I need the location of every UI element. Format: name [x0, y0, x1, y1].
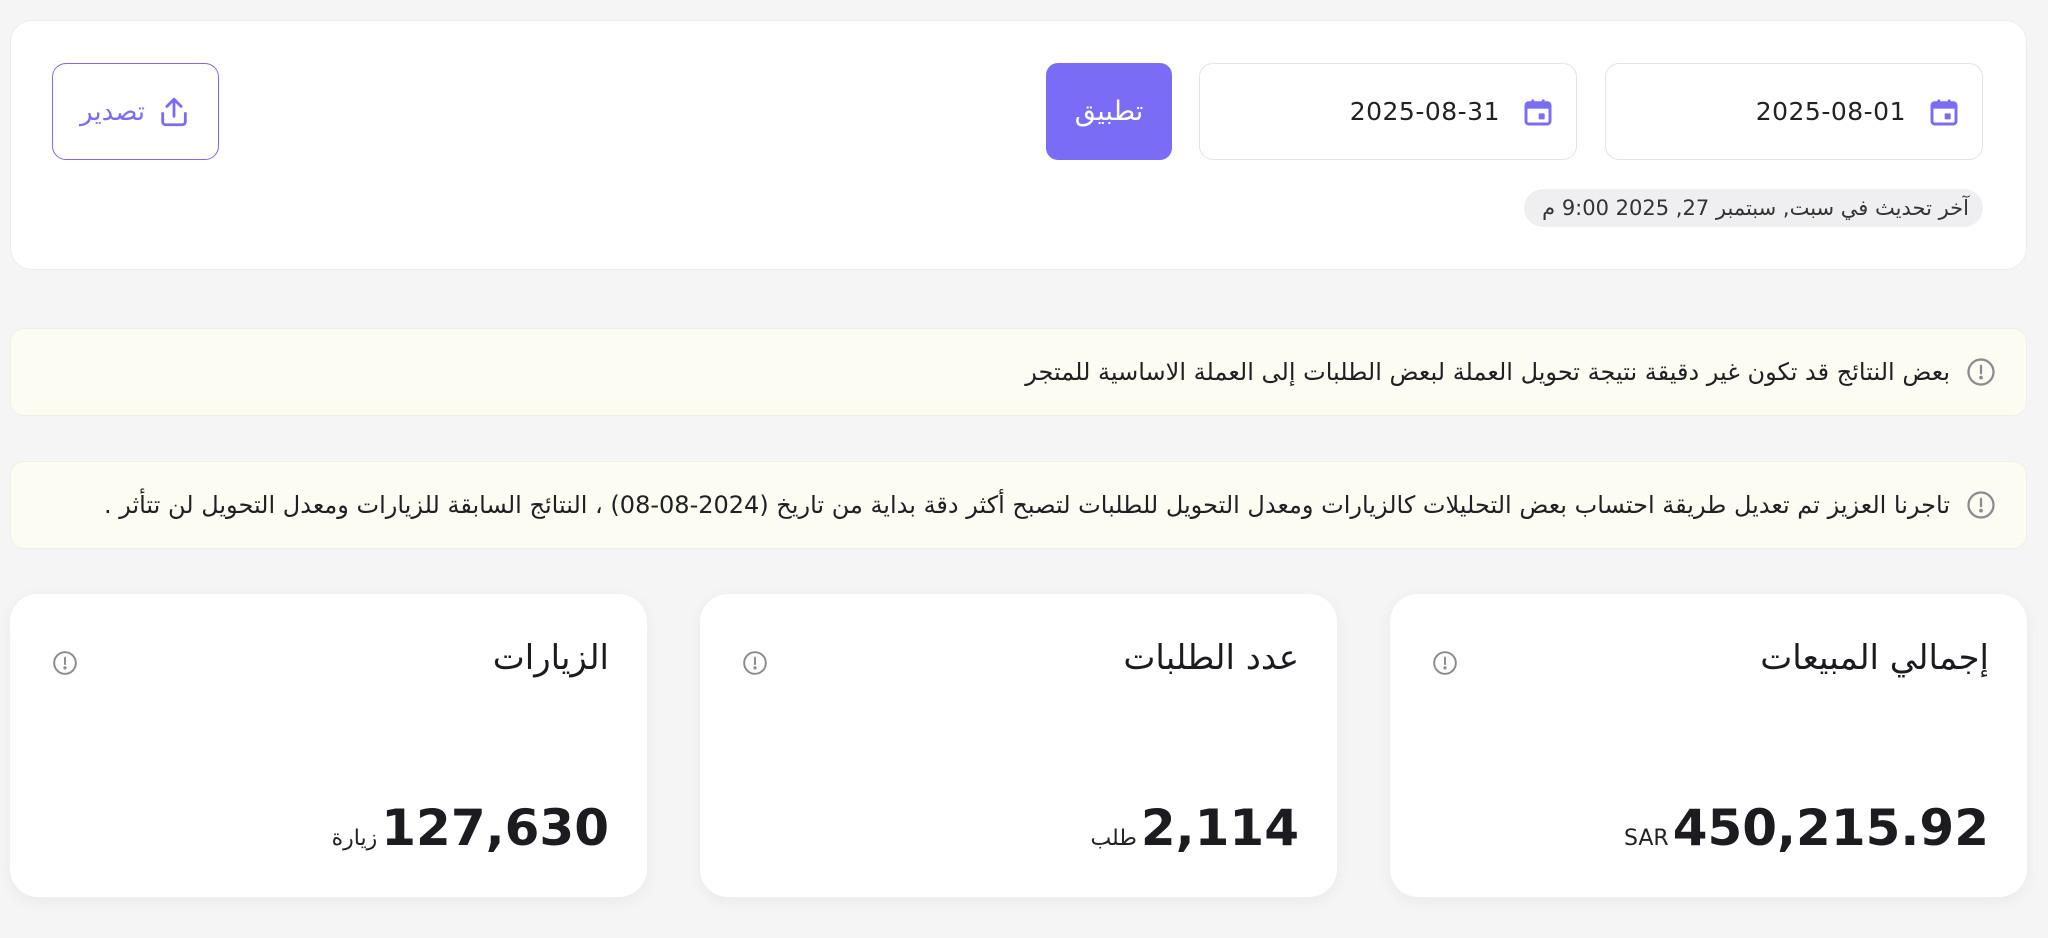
- end-date-field[interactable]: 2025-08-31: [1199, 63, 1577, 160]
- metric-title: إجمالي المبيعات: [1760, 638, 1989, 678]
- metric-value-row: 450,215.92 SAR: [1624, 799, 1989, 857]
- visits-card: الزيارات 127,630 زيارة: [10, 594, 647, 897]
- notice-text: بعض النتائج قد تكون غير دقيقة نتيجة تحوي…: [1025, 358, 1950, 386]
- orders-count-card: عدد الطلبات 2,114 طلب: [700, 594, 1337, 897]
- info-icon: [1967, 491, 1995, 519]
- info-icon[interactable]: [1432, 650, 1458, 676]
- metric-value: 2,114: [1140, 799, 1299, 857]
- metric-value-row: 127,630 زيارة: [332, 799, 609, 857]
- export-button[interactable]: تصدير: [52, 63, 219, 160]
- metric-title: الزيارات: [492, 638, 609, 678]
- export-label: تصدير: [80, 96, 146, 127]
- info-icon: [1967, 358, 1995, 386]
- metric-value: 127,630: [381, 799, 609, 857]
- start-date-value: 2025-08-01: [1755, 97, 1906, 126]
- start-date-field[interactable]: 2025-08-01: [1605, 63, 1983, 160]
- metric-unit: SAR: [1623, 826, 1669, 851]
- currency-notice: بعض النتائج قد تكون غير دقيقة نتيجة تحوي…: [10, 328, 2027, 416]
- calendar-icon: [1524, 98, 1552, 125]
- upload-icon: [161, 97, 187, 126]
- metric-unit: طلب: [1090, 826, 1137, 851]
- metric-title: عدد الطلبات: [1123, 638, 1299, 678]
- calendar-icon: [1930, 98, 1958, 125]
- info-icon[interactable]: [742, 650, 768, 676]
- calculation-notice: تاجرنا العزيز تم تعديل طريقة احتساب بعض …: [10, 461, 2027, 549]
- last-updated-badge: آخر تحديث في سبت, سبتمبر 27, 2025 9:00 م: [1524, 189, 1983, 227]
- info-icon[interactable]: [52, 650, 78, 676]
- notice-text: تاجرنا العزيز تم تعديل طريقة احتساب بعض …: [103, 491, 1950, 519]
- metric-unit: زيارة: [331, 826, 378, 851]
- last-updated-text: آخر تحديث في سبت, سبتمبر 27, 2025 9:00 م: [1542, 196, 1969, 220]
- end-date-value: 2025-08-31: [1349, 97, 1500, 126]
- apply-button[interactable]: تطبيق: [1046, 63, 1172, 160]
- metric-value: 450,215.92: [1672, 799, 1989, 857]
- metric-value-row: 2,114 طلب: [1090, 799, 1299, 857]
- total-sales-card: إجمالي المبيعات 450,215.92 SAR: [1390, 594, 2027, 897]
